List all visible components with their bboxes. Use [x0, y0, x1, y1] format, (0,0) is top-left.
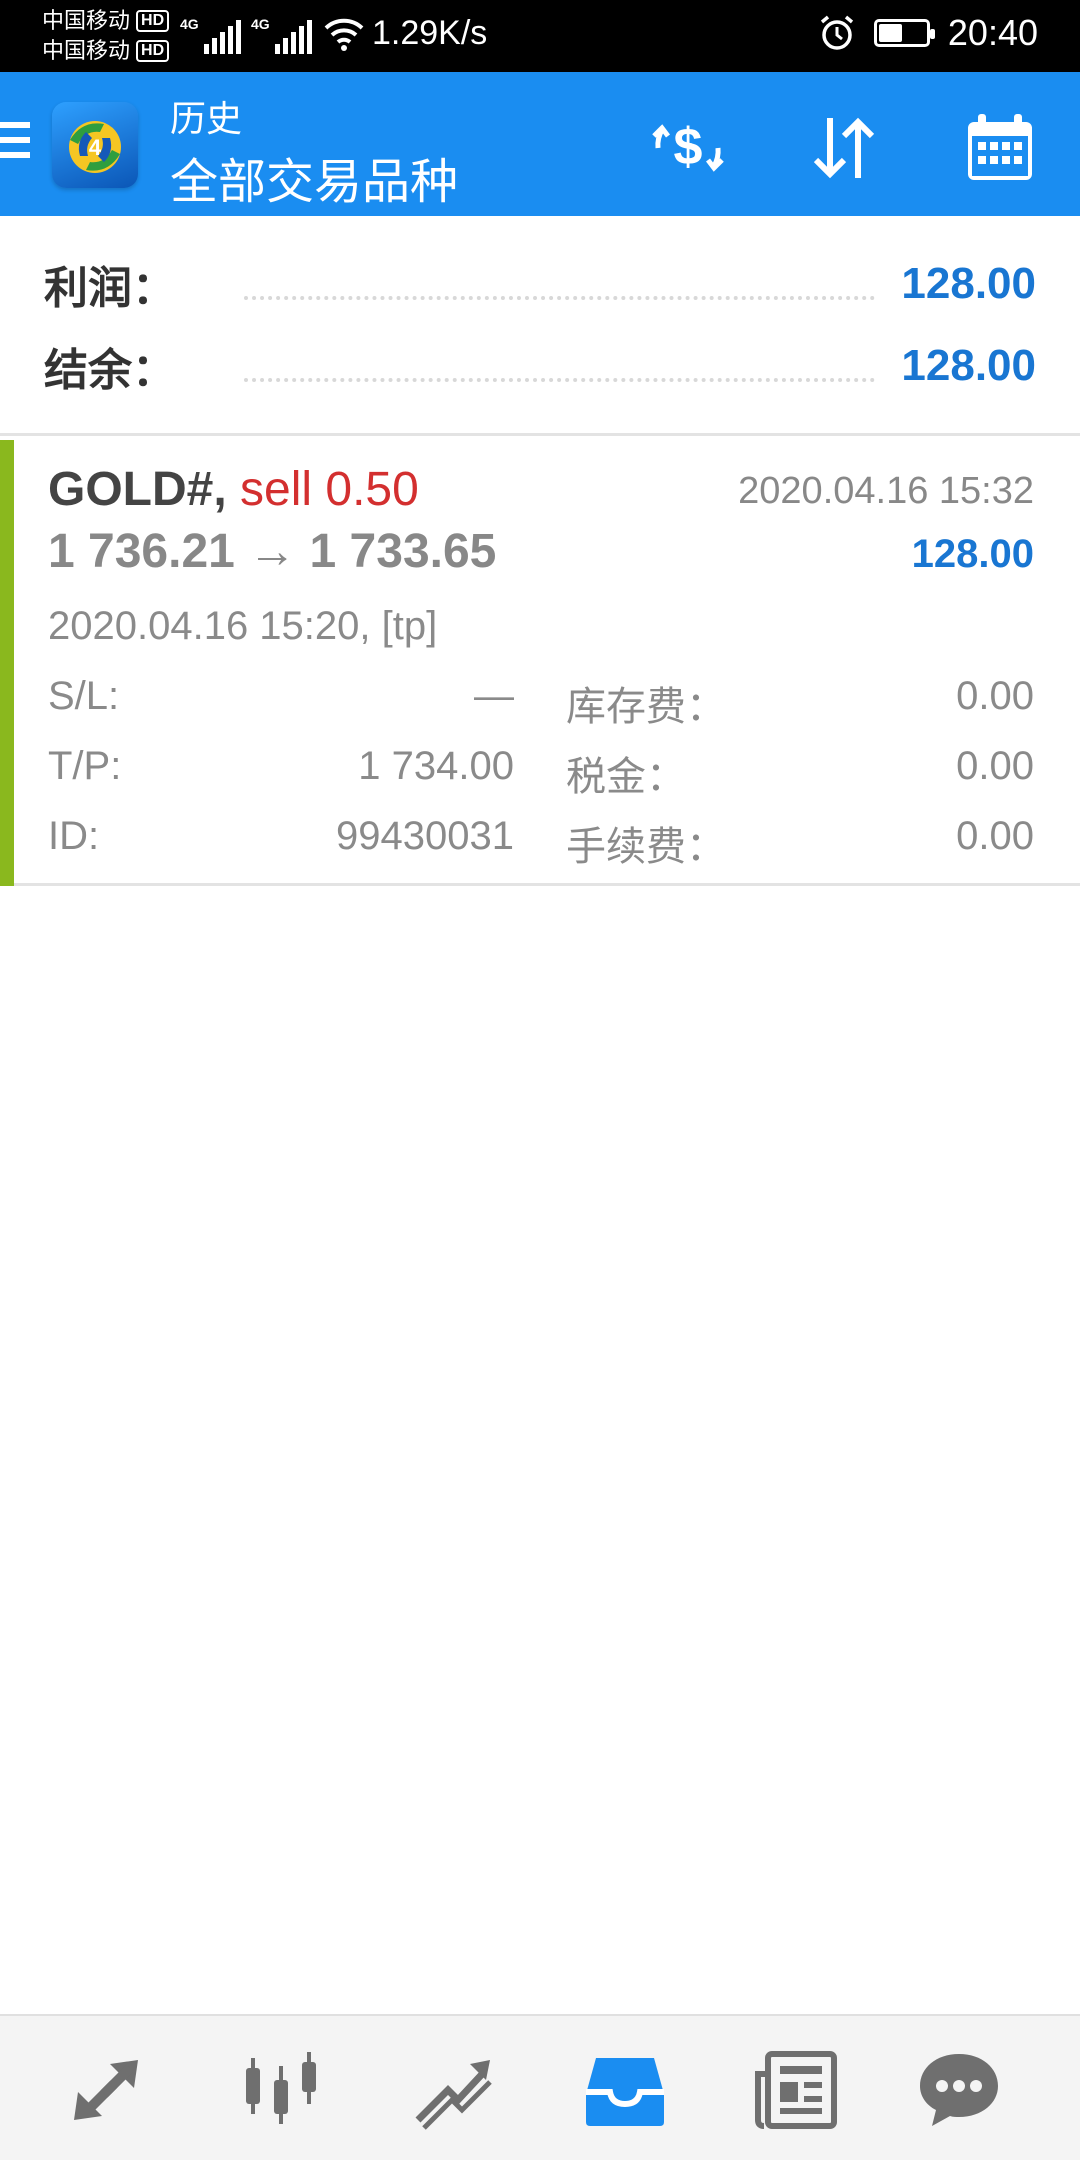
wifi-icon	[324, 18, 364, 51]
hd-badge: HD	[136, 10, 170, 32]
dollar-exchange-icon[interactable]: $	[648, 108, 728, 188]
tp-value: 1 734.00	[358, 744, 514, 788]
profit-row: 利润： 128.00	[44, 254, 1036, 314]
alarm-icon	[820, 15, 854, 50]
trade-prices: 1 736.21 → 1 733.65	[48, 525, 497, 578]
balance-row: 结余： 128.00	[44, 336, 1036, 396]
signal-strength-icon: 4G	[180, 16, 241, 54]
trade-open-info: 2020.04.16 15:20, [tp]	[48, 604, 438, 648]
history-icon[interactable]	[580, 2044, 670, 2134]
calendar-icon[interactable]	[960, 108, 1040, 188]
carrier-info: 中国移动 HD 中国移动 HD	[42, 6, 170, 66]
hd-badge: HD	[136, 40, 170, 62]
trade-symbol: GOLD#,	[48, 463, 227, 516]
profit-label: 利润：	[44, 264, 176, 313]
tax-label: 税金：	[566, 755, 686, 799]
swap-value: 0.00	[956, 674, 1034, 718]
trade-icon[interactable]	[408, 2044, 498, 2134]
network-type-label: 4G	[251, 16, 270, 32]
quotes-icon[interactable]	[64, 2044, 154, 2134]
chat-icon[interactable]	[914, 2044, 1004, 2134]
app-bar: 4 历史 全部交易品种 $	[0, 72, 1080, 216]
dot-leader	[244, 378, 876, 382]
sort-icon[interactable]	[804, 108, 884, 188]
trade-profit: 128.00	[911, 532, 1034, 576]
signal-strength-icon: 4G	[251, 16, 312, 54]
app-logo[interactable]: 4	[52, 102, 138, 188]
network-speed: 1.29K/s	[372, 14, 488, 52]
signal-indicators: 4G 4G	[180, 14, 364, 54]
screen: 中国移动 HD 中国移动 HD 4G 4G 1.29K/s 20:40 4 历史…	[0, 0, 1080, 2160]
dot-leader	[244, 296, 876, 300]
tp-label: T/P:	[48, 744, 122, 788]
summary-panel: 利润： 128.00 结余： 128.00	[0, 216, 1080, 436]
news-icon[interactable]	[752, 2044, 842, 2134]
carrier-1: 中国移动	[42, 8, 131, 33]
status-right: 20:40	[818, 12, 1038, 54]
commission-value: 0.00	[956, 814, 1034, 858]
page-title[interactable]: 全部交易品种	[170, 142, 458, 212]
id-value: 99430031	[336, 814, 514, 858]
balance-value: 128.00	[901, 341, 1036, 390]
profit-value: 128.00	[901, 259, 1036, 308]
swap-label: 库存费：	[566, 685, 726, 729]
sl-value: —	[474, 674, 514, 718]
id-label: ID:	[48, 814, 100, 858]
trade-close-time: 2020.04.16 15:32	[738, 470, 1034, 512]
carrier-2: 中国移动	[42, 38, 131, 63]
status-bar: 中国移动 HD 中国移动 HD 4G 4G 1.29K/s 20:40	[0, 0, 1080, 72]
metatrader-logo-icon: 4	[69, 121, 121, 173]
trade-history-item[interactable]: GOLD#, sell 0.50 2020.04.16 15:32 1 736.…	[0, 436, 1080, 886]
trade-symbol-line: GOLD#, sell 0.50	[48, 462, 419, 517]
svg-text:4: 4	[89, 135, 102, 160]
bottom-navigation	[0, 2014, 1080, 2160]
tax-value: 0.00	[956, 744, 1034, 788]
balance-label: 结余：	[44, 346, 176, 395]
sl-label: S/L:	[48, 674, 120, 718]
page-subtitle: 历史	[170, 98, 243, 139]
clock: 20:40	[947, 12, 1038, 53]
svg-text:$: $	[674, 118, 703, 176]
trade-side: sell 0.50	[240, 463, 419, 516]
commission-label: 手续费：	[566, 825, 726, 869]
trade-accent-bar	[0, 440, 14, 886]
battery-icon	[873, 19, 935, 47]
menu-icon[interactable]	[0, 122, 30, 166]
network-type-label: 4G	[180, 16, 199, 32]
chart-icon[interactable]	[236, 2044, 326, 2134]
